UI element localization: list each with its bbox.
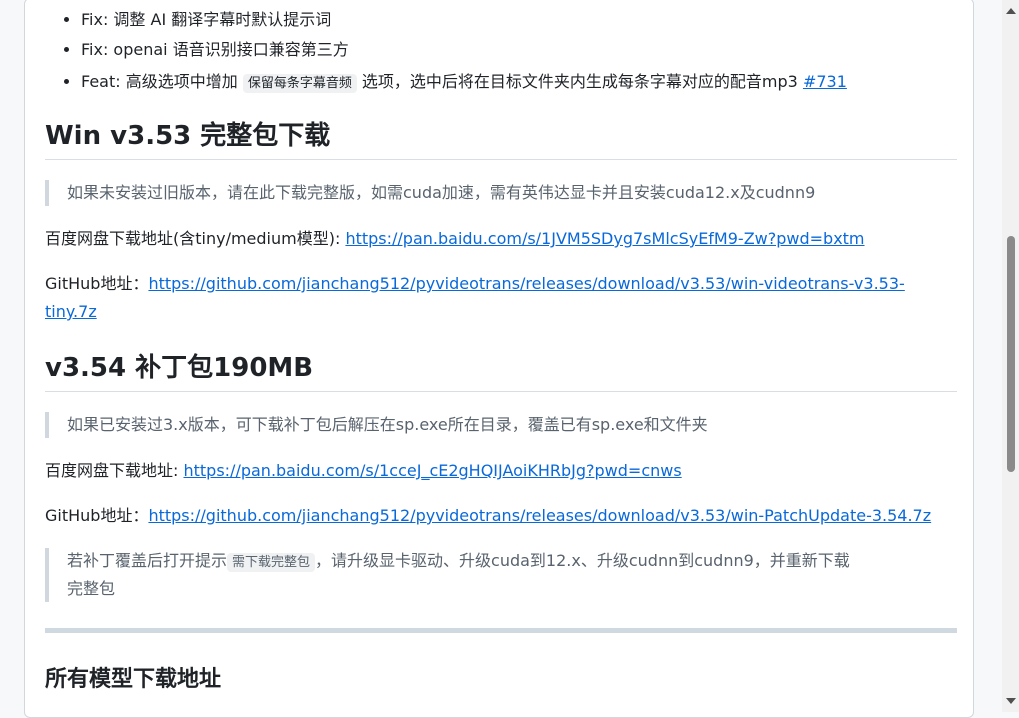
section-heading: 所有模型下载地址 — [45, 667, 222, 692]
github-download-link[interactable]: https://github.com/jianchang512/pyvideot… — [148, 274, 904, 293]
changelog-text: Feat: 高级选项中增加 — [81, 72, 243, 91]
download-label: GitHub地址： — [45, 274, 149, 293]
readme-card: Fix: 调整 AI 翻译字幕时默认提示词 Fix: openai 语音识别接口… — [24, 0, 974, 718]
blockquote: 如果未安装过旧版本，请在此下载完整版，如需cuda加速，需有英伟达显卡并且安装c… — [45, 180, 957, 206]
changelog-item: Fix: 调整 AI 翻译字幕时默认提示词 — [81, 6, 331, 30]
scroll-up-arrow-icon[interactable] — [1006, 8, 1016, 14]
github-download-row: GitHub地址：https://github.com/jianchang512… — [45, 270, 957, 326]
issue-link[interactable]: #731 — [803, 72, 847, 91]
download-label: 百度网盘下载地址: — [45, 461, 184, 480]
scroll-down-arrow-icon[interactable] — [1006, 698, 1016, 704]
section-heading: v3.54 补丁包190MB — [45, 351, 957, 392]
inline-code: 需下载完整包 — [227, 553, 316, 572]
changelog-text: Fix: 调整 AI 翻译字幕时默认提示词 — [81, 10, 332, 29]
changelog-text: 选项，选中后将在目标文件夹内生成每条字幕对应的配音mp3 — [356, 72, 803, 91]
baidu-download-link[interactable]: https://pan.baidu.com/s/1cceJ_cE2gHQIJAo… — [183, 461, 681, 480]
quote-text: 完整包 — [67, 579, 116, 598]
github-download-link[interactable]: https://github.com/jianchang512/pyvideot… — [148, 506, 931, 525]
vertical-scrollbar[interactable] — [1002, 0, 1019, 712]
blockquote: 若补丁覆盖后打开提示 需下载完整包 ，请升级显卡驱动、升级cuda到12.x、升级c… — [45, 548, 957, 602]
github-download-row: GitHub地址：https://github.com/jianchang512… — [45, 502, 957, 530]
section-heading: Win v3.53 完整包下载 — [45, 119, 957, 160]
changelog-text: Fix: openai 语音识别接口兼容第三方 — [81, 40, 349, 59]
download-label: GitHub地址： — [45, 506, 149, 525]
github-download-link-continued[interactable]: tiny.7z — [45, 302, 97, 321]
horizontal-rule — [45, 628, 957, 633]
scrollbar-thumb[interactable] — [1007, 236, 1015, 472]
baidu-download-link[interactable]: https://pan.baidu.com/s/1JVM5SDyg7sMlcSy… — [345, 229, 864, 248]
baidu-download-row: 百度网盘下载地址: https://pan.baidu.com/s/1cceJ_… — [45, 457, 957, 485]
download-label: 百度网盘下载地址(含tiny/medium模型): — [45, 229, 346, 248]
blockquote: 如果已安装过3.x版本，可下载补丁包后解压在sp.exe所在目录，覆盖已有sp.… — [45, 412, 957, 438]
changelog-item: Fix: openai 语音识别接口兼容第三方 — [81, 36, 349, 60]
quote-text: 若补丁覆盖后打开提示 — [67, 551, 228, 570]
inline-code: 保留每条字幕音频 — [242, 74, 357, 93]
changelog-item: Feat: 高级选项中增加 保留每条字幕音频 选项，选中后将在目标文件夹内生成每… — [81, 68, 847, 93]
quote-text: ，请升级显卡驱动、升级cuda到12.x、升级cudnn到cudnn9，并重新下… — [315, 551, 850, 570]
baidu-download-row: 百度网盘下载地址(含tiny/medium模型): https://pan.ba… — [45, 225, 957, 253]
